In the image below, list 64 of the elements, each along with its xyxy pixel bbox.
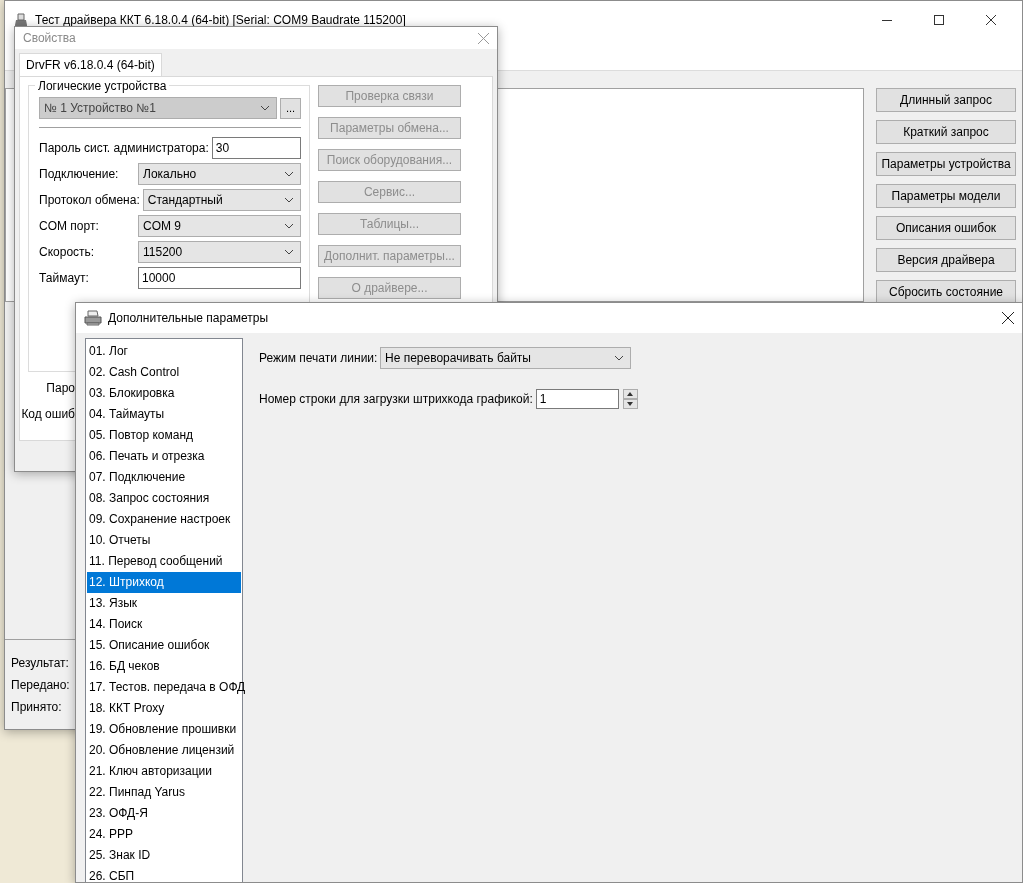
command-button[interactable]: Версия драйвера bbox=[876, 248, 1016, 272]
section-item[interactable]: 10. Отчеты bbox=[87, 530, 241, 551]
section-item[interactable]: 25. Знак ID bbox=[87, 845, 241, 866]
command-button[interactable]: Параметры устройства bbox=[876, 152, 1016, 176]
dropdown-field[interactable]: Локально bbox=[138, 163, 301, 185]
dropdown-field[interactable]: Не переворачивать байты bbox=[380, 347, 631, 369]
window-title: Тест драйвера ККТ 6.18.0.4 (64-bit) [Serial: COM9 Baudrate 115200] bbox=[35, 13, 407, 27]
section-item[interactable]: 04. Таймауты bbox=[87, 404, 241, 425]
input-field[interactable]: 1 bbox=[535, 389, 619, 409]
field-label: Подключение: bbox=[39, 167, 120, 181]
section-item[interactable]: 23. ОФД-Я bbox=[87, 803, 241, 824]
input-field[interactable]: 10000 bbox=[138, 267, 301, 289]
command-button[interactable]: Краткий запрос bbox=[876, 120, 1016, 144]
section-item[interactable]: 24. PPP bbox=[87, 824, 241, 845]
section-item[interactable]: 19. Обновление прошивки bbox=[87, 719, 241, 740]
dropdown-field[interactable]: 115200 bbox=[138, 241, 301, 263]
field-label: COM порт: bbox=[39, 219, 100, 233]
section-item[interactable]: 02. Cash Control bbox=[87, 362, 241, 383]
input-field[interactable]: 30 bbox=[211, 137, 301, 159]
command-button[interactable]: Параметры модели bbox=[876, 184, 1016, 208]
dropdown-field[interactable]: Стандартный bbox=[142, 189, 301, 211]
section-item[interactable]: 09. Сохранение настроек bbox=[87, 509, 241, 530]
spin-up-icon[interactable] bbox=[627, 392, 634, 396]
dialog-title: Свойства bbox=[23, 31, 77, 45]
browse-button[interactable]: ... bbox=[280, 97, 301, 119]
section-item[interactable]: 05. Повтор команд bbox=[87, 425, 241, 446]
printer-icon bbox=[84, 310, 102, 326]
section-item[interactable]: 03. Блокировка bbox=[87, 383, 241, 404]
section-item[interactable]: 22. Пинпад Yarus bbox=[87, 782, 241, 803]
app-icon bbox=[13, 12, 29, 28]
command-button[interactable]: Описания ошибок bbox=[876, 216, 1016, 240]
dialog-title: Дополнительные параметры bbox=[108, 311, 270, 325]
field-label: Пароль сист. администратора: bbox=[39, 141, 209, 155]
spin-down-icon[interactable] bbox=[627, 402, 634, 406]
section-item[interactable]: 14. Поиск bbox=[87, 614, 241, 635]
field-label: Паро bbox=[46, 381, 75, 395]
field-label: Номер строки для загрузки штрихкода графикой: bbox=[259, 392, 533, 406]
section-item[interactable]: 18. ККТ Proxy bbox=[87, 698, 241, 719]
dropdown-field[interactable]: COM 9 bbox=[138, 215, 301, 237]
command-button[interactable]: Сбросить состояние bbox=[876, 280, 1016, 304]
close-icon[interactable] bbox=[1002, 312, 1014, 324]
status-label: Результат: bbox=[11, 656, 69, 670]
driver-tab[interactable]: DrvFR v6.18.0.4 (64-bit) bbox=[19, 53, 162, 76]
section-item[interactable]: 07. Подключение bbox=[87, 467, 241, 488]
section-item[interactable]: 06. Печать и отрезка bbox=[87, 446, 241, 467]
section-item[interactable]: 13. Язык bbox=[87, 593, 241, 614]
section-item[interactable]: 12. Штрихкод bbox=[87, 572, 241, 593]
section-item[interactable]: 21. Ключ авторизации bbox=[87, 761, 241, 782]
section-item[interactable]: 16. БД чеков bbox=[87, 656, 241, 677]
status-label: Принято: bbox=[11, 700, 62, 714]
field-label: Таймаут: bbox=[39, 271, 90, 285]
section-item[interactable]: 15. Описание ошибок bbox=[87, 635, 241, 656]
section-item[interactable]: 01. Лог bbox=[87, 341, 241, 362]
field-label: Код ошиб bbox=[21, 407, 75, 421]
field-label: Протокол обмена: bbox=[39, 193, 140, 207]
field-label: Режим печати линии: bbox=[259, 351, 377, 365]
group-title: Логические устройства bbox=[35, 79, 170, 93]
command-button[interactable]: Длинный запрос bbox=[876, 88, 1016, 112]
section-item[interactable]: 26. СБП bbox=[87, 866, 241, 882]
field-label: Скорость: bbox=[39, 245, 96, 259]
section-item[interactable]: 20. Обновление лицензий bbox=[87, 740, 241, 761]
section-item[interactable]: 11. Перевод сообщений bbox=[87, 551, 241, 572]
section-item[interactable]: 08. Запрос состояния bbox=[87, 488, 241, 509]
status-label: Передано: bbox=[11, 678, 70, 692]
